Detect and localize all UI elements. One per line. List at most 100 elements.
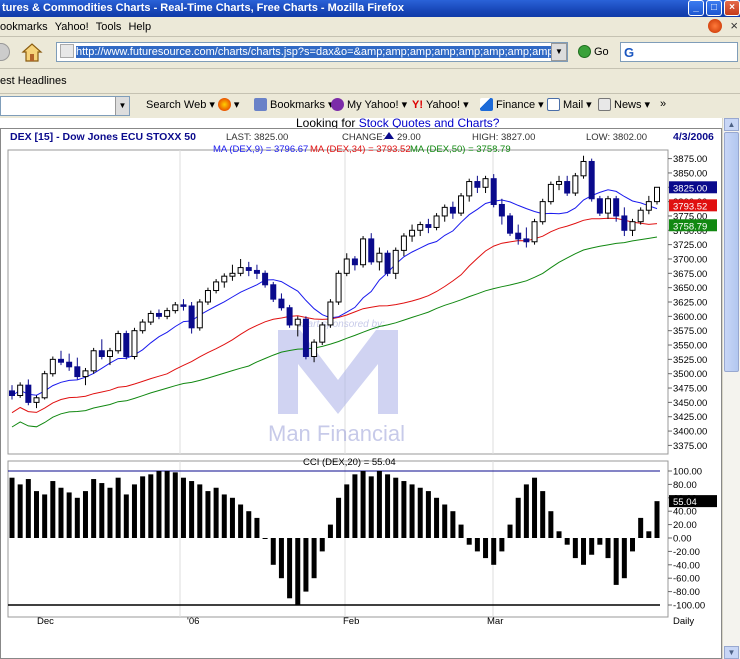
last-price-tag: 3825.00 — [673, 183, 707, 194]
candle-body — [131, 330, 138, 357]
candle-body — [458, 195, 465, 214]
window-title: tures & Commodities Charts - Real-Time C… — [2, 2, 404, 14]
finance-button[interactable]: Finance ▾ — [480, 98, 544, 111]
search-engine-input[interactable]: G — [620, 42, 738, 62]
cci-bar — [523, 484, 529, 538]
candle-body — [409, 229, 416, 237]
x-axis-label: Mar — [487, 616, 503, 627]
candle-body — [400, 235, 407, 251]
candle-body — [164, 310, 171, 317]
close-tab-icon[interactable]: × — [730, 18, 738, 33]
high-price: HIGH: 3827.00 — [472, 132, 535, 143]
bookmarks-label: Bookmarks — [270, 98, 326, 111]
menu-tools[interactable]: Tools — [96, 21, 129, 33]
candle-body — [172, 304, 179, 312]
candle-body — [384, 252, 391, 274]
cci-bar — [91, 479, 97, 538]
close-window-button[interactable]: × — [724, 0, 740, 16]
cci-tick-label: 0.00 — [673, 534, 692, 545]
toolbar-overflow-icon[interactable]: » — [660, 98, 666, 110]
home-icon[interactable] — [20, 41, 44, 63]
scroll-up-arrow-icon[interactable]: ▲ — [724, 118, 739, 131]
candle-body — [376, 252, 383, 263]
menu-bookmarks[interactable]: ookmarks — [0, 21, 55, 33]
candle-body — [17, 384, 24, 396]
yahoo-toolbar: ▼ Search Web ▾ ▾ Bookmarks ▾ My Yahoo! ▾… — [0, 94, 740, 118]
cci-bar — [278, 538, 284, 579]
candle-body — [564, 181, 571, 194]
cci-bar — [17, 484, 23, 538]
yahoo-search-dropdown[interactable]: ▼ — [115, 97, 129, 115]
menu-help[interactable]: Help — [128, 21, 158, 33]
cci-bar — [303, 538, 309, 592]
google-icon: G — [624, 45, 635, 60]
cci-bar — [450, 511, 456, 538]
yahoo-search-input[interactable]: ▼ — [0, 96, 130, 116]
my-yahoo-button[interactable]: My Yahoo! ▾ — [331, 98, 407, 111]
change-value: 29.00 — [397, 132, 421, 143]
candle-body — [490, 178, 497, 205]
finance-icon — [480, 98, 493, 111]
candle-body — [637, 209, 644, 223]
go-button[interactable]: Go — [578, 45, 609, 58]
cci-bar — [287, 538, 293, 599]
news-button[interactable]: News ▾ — [598, 98, 650, 111]
mail-icon — [547, 98, 560, 111]
candle-body — [621, 215, 628, 231]
maximize-button[interactable]: □ — [706, 0, 722, 16]
cci-bar — [295, 538, 301, 605]
watermark-brand: Man Financial — [268, 421, 405, 446]
stop-icon[interactable] — [0, 43, 10, 61]
cci-bar — [360, 471, 366, 538]
candle-body — [262, 272, 269, 286]
cci-bar — [442, 504, 448, 538]
candle-body — [139, 321, 146, 332]
cci-bar — [556, 531, 562, 538]
change-label: CHANGE: — [342, 132, 385, 143]
candle-body — [204, 290, 211, 303]
scrollbar-thumb[interactable] — [724, 132, 739, 372]
bookmarks-button[interactable]: Bookmarks ▾ — [254, 98, 334, 111]
cci-bar — [385, 474, 391, 538]
cci-tick-label: -20.00 — [673, 547, 700, 558]
cci-bar — [115, 477, 121, 538]
highlight-icon[interactable] — [217, 98, 231, 111]
dropdown-arrow-icon: ▾ — [538, 99, 544, 111]
cci-bar — [197, 484, 203, 538]
candle-body — [98, 350, 105, 357]
price-tick-label: 3525.00 — [673, 355, 707, 366]
scroll-down-arrow-icon[interactable]: ▼ — [724, 646, 739, 659]
vertical-scrollbar[interactable]: ▲ ▼ — [722, 118, 740, 659]
mail-label: Mail — [563, 98, 584, 111]
bookmark-latest-headlines[interactable]: est Headlines — [0, 75, 67, 87]
price-tick-label: 3875.00 — [673, 154, 707, 165]
mail-button[interactable]: Mail ▾ — [547, 98, 592, 111]
price-tick-label: 3475.00 — [673, 384, 707, 395]
cci-bar — [140, 476, 146, 538]
watermark-sponsor: chart sponsored by: — [297, 319, 385, 330]
cci-bar — [597, 538, 603, 545]
search-web-button[interactable]: Search Web ▾ ▾ — [146, 98, 239, 111]
x-axis-label: Daily — [673, 616, 694, 627]
last-price: LAST: 3825.00 — [226, 132, 288, 143]
cci-bar — [319, 538, 325, 552]
url-input[interactable]: http://www.futuresource.com/charts/chart… — [56, 42, 568, 62]
news-label: News — [614, 98, 642, 111]
candle-body — [441, 206, 448, 217]
menu-yahoo[interactable]: Yahoo! — [55, 21, 96, 33]
cci-bar — [50, 481, 56, 538]
yahoo-button[interactable]: Y! Yahoo! ▾ — [412, 98, 469, 112]
cci-bar — [311, 538, 317, 579]
price-tick-label: 3850.00 — [673, 168, 707, 179]
cci-bar — [327, 524, 333, 538]
dropdown-arrow-icon: ▾ — [586, 99, 592, 111]
candle-body — [425, 224, 432, 228]
cci-bar — [507, 524, 513, 538]
candle-body — [278, 298, 285, 309]
cci-bar — [605, 538, 611, 559]
minimize-button[interactable]: _ — [688, 0, 704, 16]
candle-body — [596, 198, 603, 214]
url-dropdown-button[interactable]: ▼ — [551, 43, 567, 61]
price-tick-label: 3650.00 — [673, 283, 707, 294]
cci-bar — [393, 477, 399, 538]
